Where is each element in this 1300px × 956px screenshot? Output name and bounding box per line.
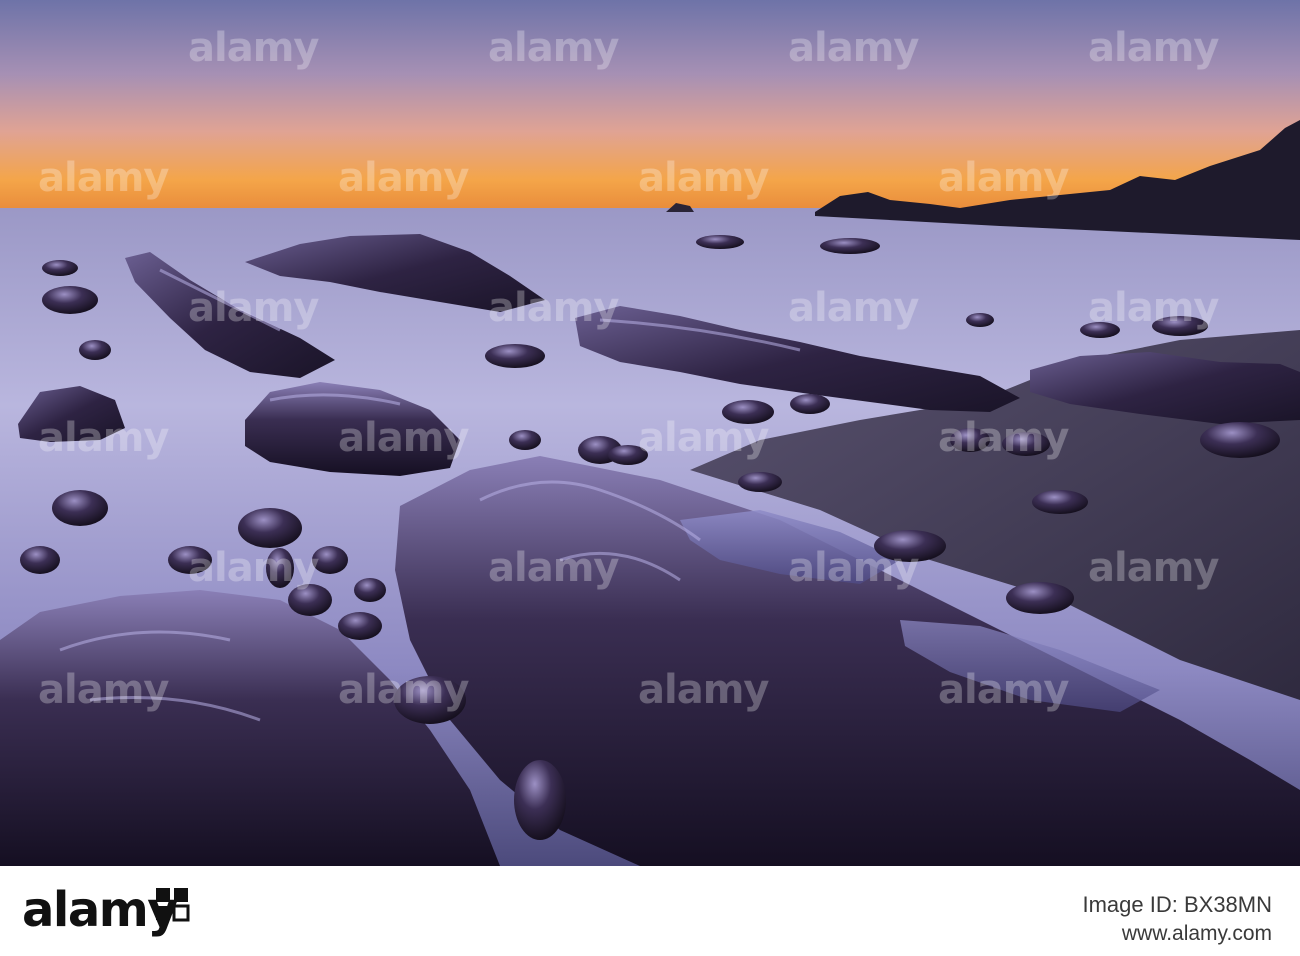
- site-url[interactable]: www.alamy.com: [1122, 922, 1272, 946]
- sky: [0, 0, 1300, 212]
- alamy-logo-icon: [156, 888, 190, 922]
- stock-photo-page: alamy alamy alamy alamy alamy alamy alam…: [0, 0, 1300, 956]
- image-id-label: Image ID: BX38MN: [1082, 892, 1272, 917]
- coastal-sunset-photo: [0, 0, 1300, 866]
